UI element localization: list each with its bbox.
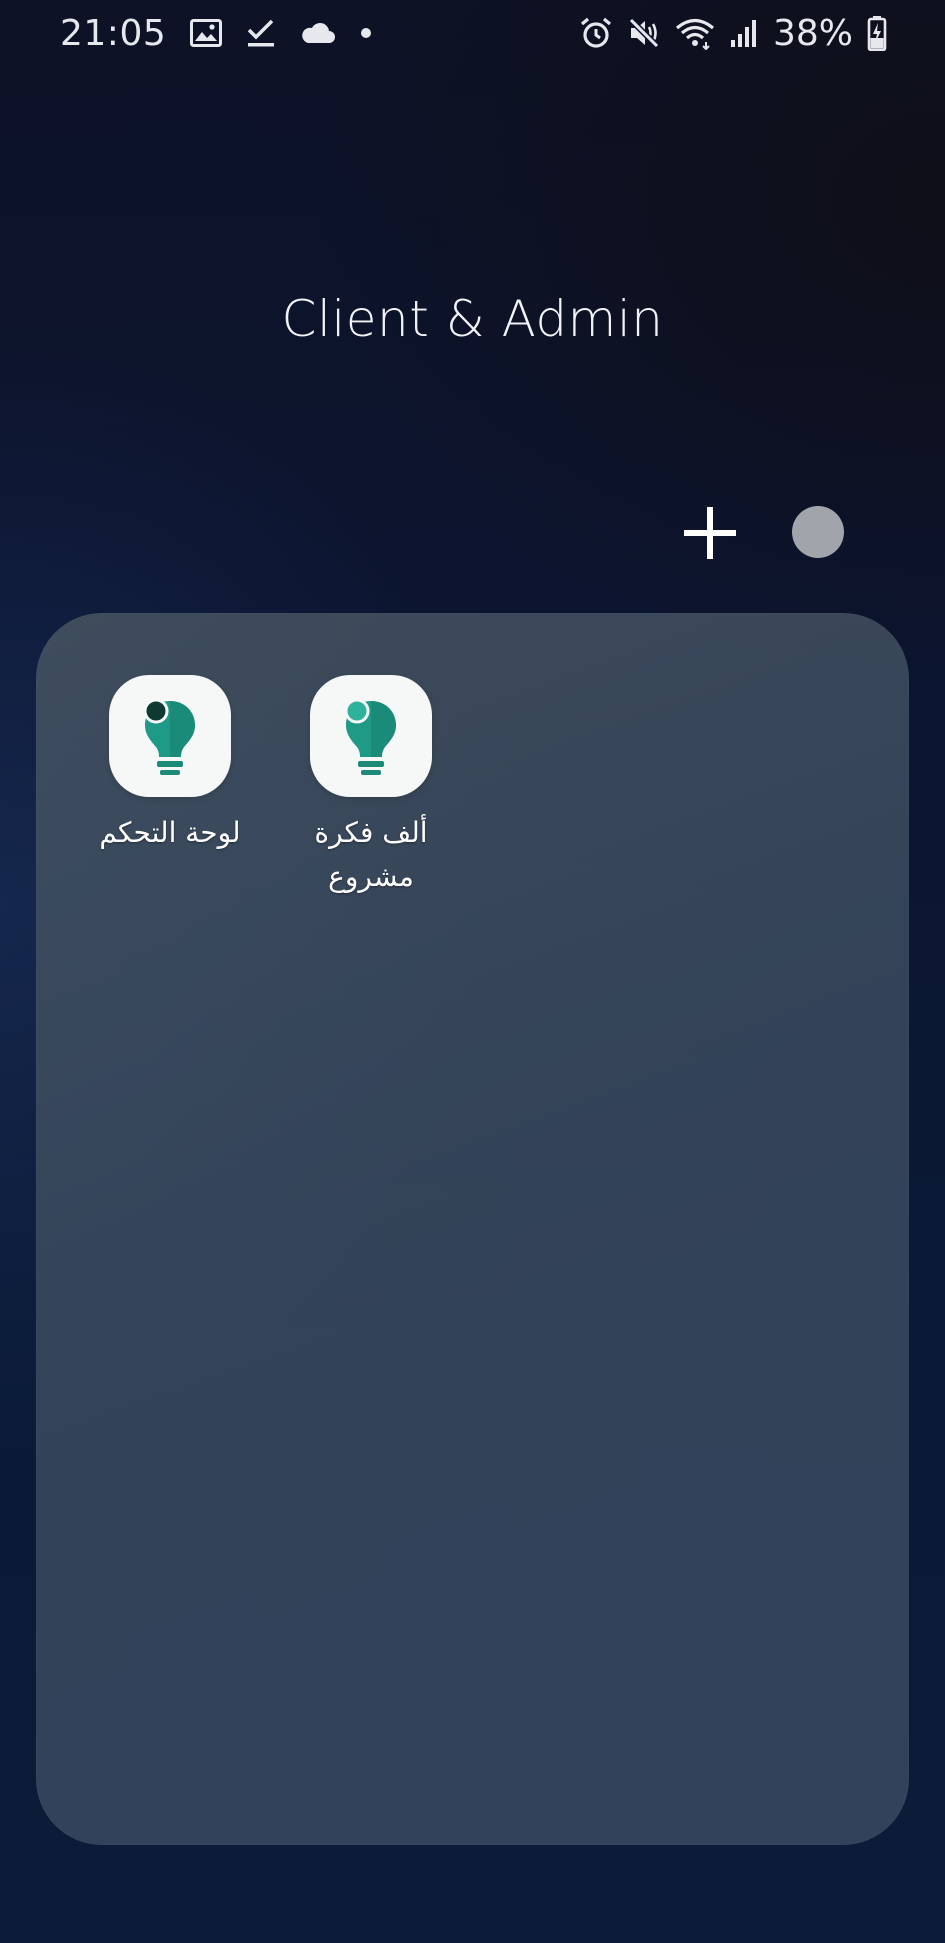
add-apps-button[interactable] xyxy=(682,505,738,561)
wifi-icon xyxy=(675,16,715,50)
signal-icon xyxy=(729,18,759,48)
app-label: ألف فكرة مشروع xyxy=(314,816,428,893)
status-bar-right: 38% xyxy=(579,12,887,54)
battery-charging-icon xyxy=(867,15,887,51)
folder-color-button[interactable] xyxy=(792,506,844,558)
status-time: 21:05 xyxy=(60,12,167,54)
dot-icon xyxy=(360,27,372,39)
app-label: لوحة التحكم xyxy=(99,816,241,849)
plus-icon xyxy=(684,507,736,559)
lightbulb-icon xyxy=(143,698,195,775)
mute-icon xyxy=(627,16,661,50)
battery-percentage: 38% xyxy=(772,12,853,54)
image-icon xyxy=(190,19,223,47)
app-item-dashboard[interactable]: لوحة التحكم xyxy=(70,675,270,855)
status-bar-left: 21:05 xyxy=(60,12,372,54)
alarm-icon xyxy=(579,16,613,50)
app-icon xyxy=(109,675,231,797)
app-icon xyxy=(310,675,432,797)
status-bar: 21:05 38% xyxy=(0,0,945,66)
checkmark-icon xyxy=(246,18,276,48)
cloud-icon xyxy=(300,21,336,45)
folder-panel: لوحة التحكم ألف فكرة مشروع xyxy=(36,613,909,1845)
app-item-thousand-ideas[interactable]: ألف فكرة مشروع xyxy=(271,675,471,899)
folder-title[interactable]: Client & Admin xyxy=(0,290,945,348)
lightbulb-icon xyxy=(344,698,396,775)
